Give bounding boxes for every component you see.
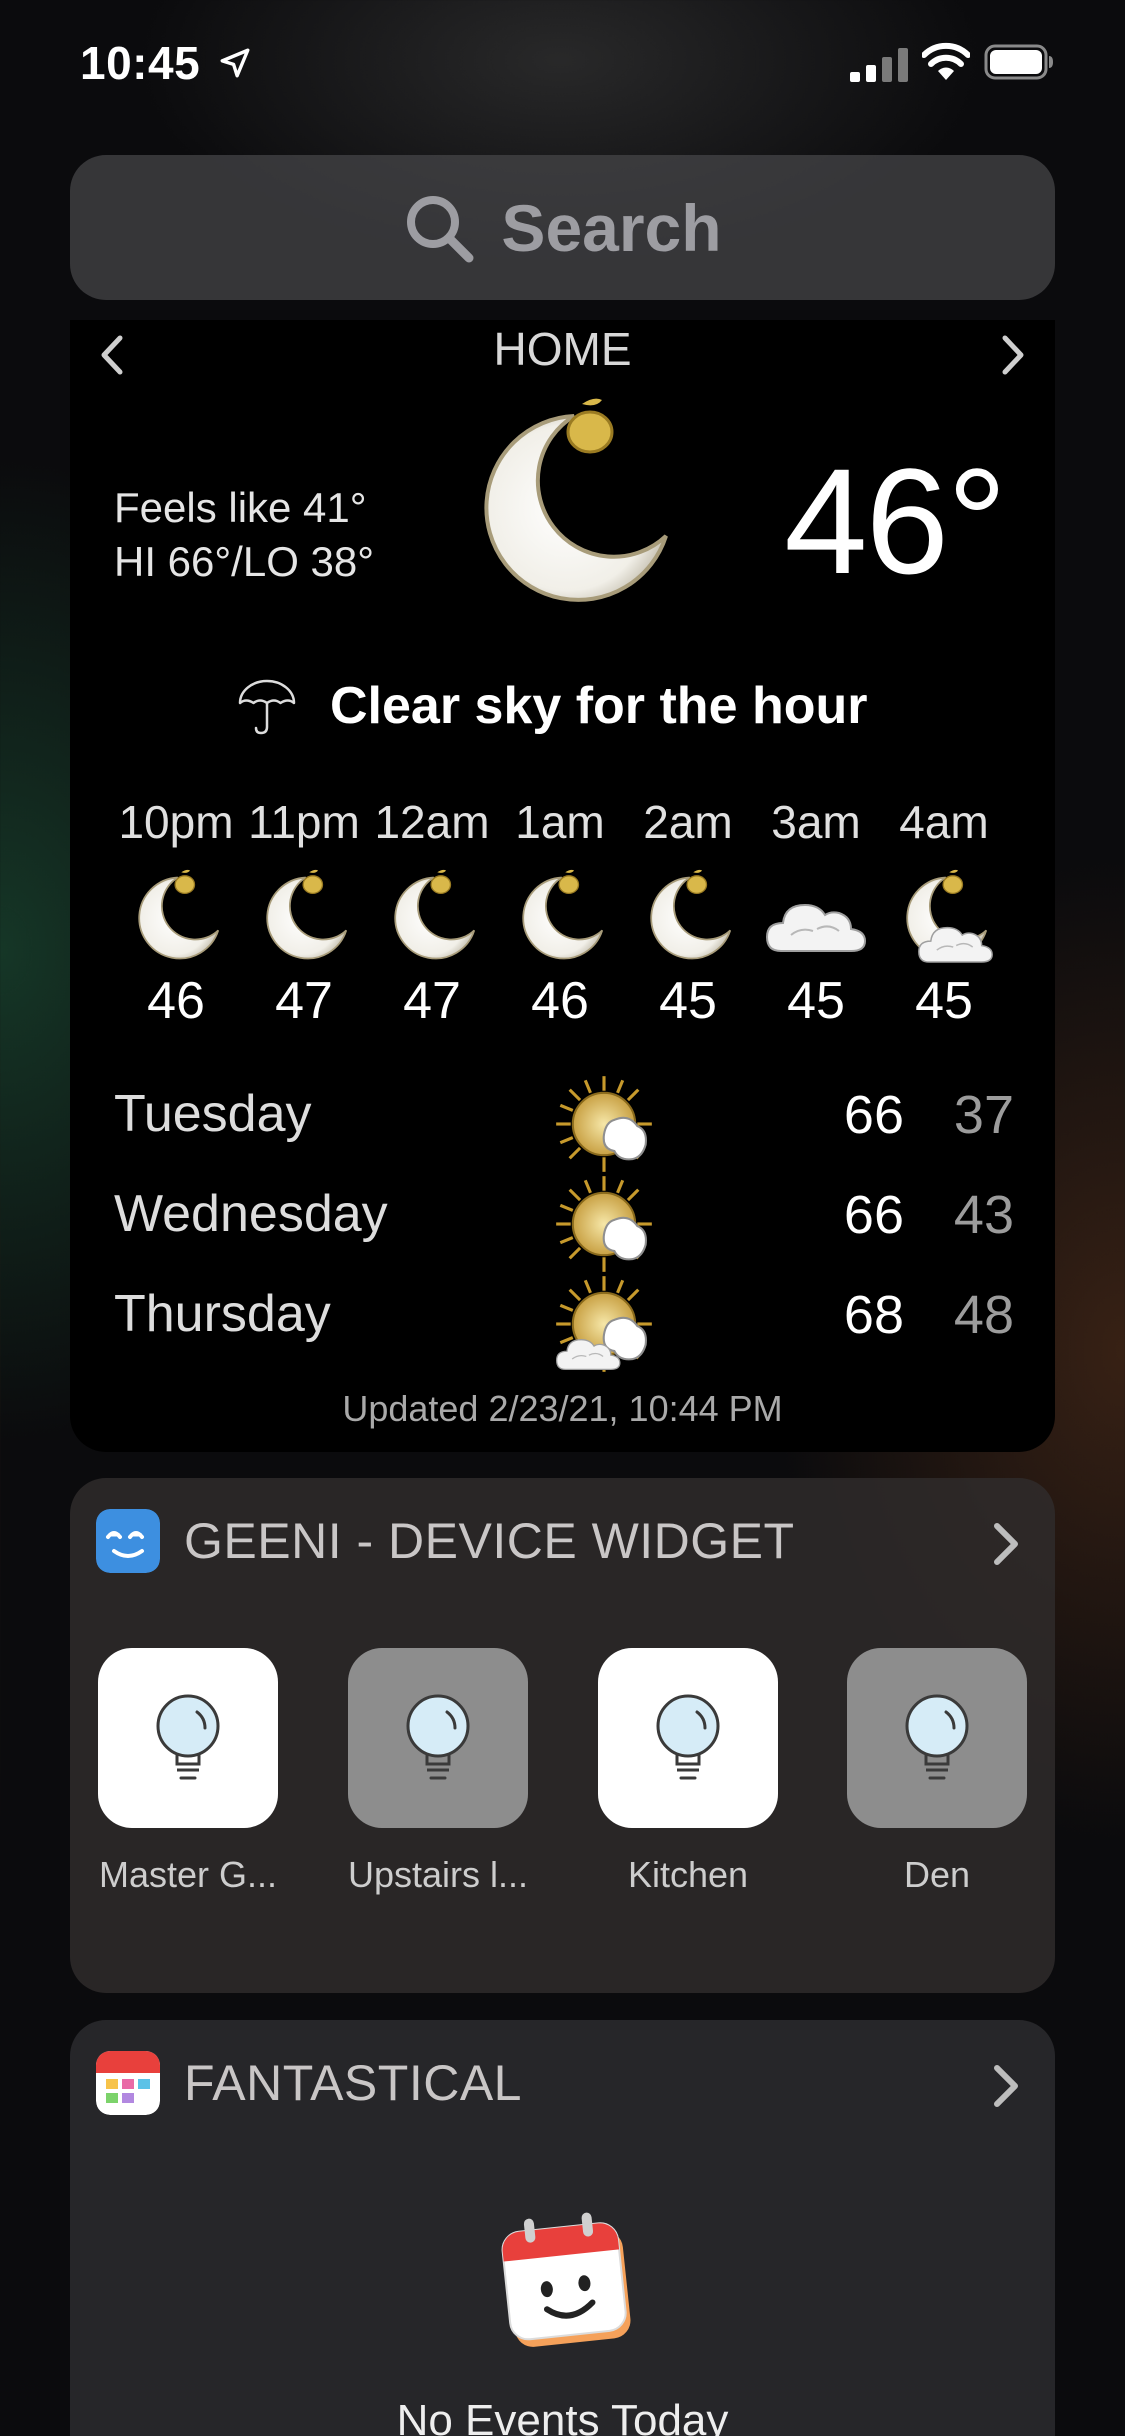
lightbulb-icon bbox=[156, 1694, 220, 1780]
moon-cloud-icon bbox=[906, 869, 993, 963]
day-high: 66 bbox=[843, 1185, 904, 1245]
hour-label: 10pm bbox=[118, 796, 234, 848]
weather-widget[interactable]: HOME Feels like 41° HI 66°/LO 38° 46° Cl… bbox=[70, 320, 1055, 1452]
hour-temp: 47 bbox=[275, 972, 333, 1030]
moon-icon bbox=[266, 869, 348, 960]
fantastical-widget[interactable]: FANTASTICAL No Events Today bbox=[70, 2020, 1055, 2436]
device-kitchen[interactable]: Kitchen bbox=[598, 1648, 778, 1896]
cloud-icon bbox=[766, 904, 866, 952]
hourly-item: 12am 47 bbox=[368, 795, 496, 1031]
sun-icon bbox=[554, 1074, 654, 1174]
day-low: 48 bbox=[953, 1285, 1014, 1345]
day-name: Wednesday bbox=[114, 1185, 388, 1243]
moon-icon bbox=[138, 869, 220, 960]
search-icon bbox=[407, 195, 474, 262]
sun-cloud-icon bbox=[554, 1274, 654, 1374]
device-label: Kitchen bbox=[627, 1854, 749, 1895]
status-time: 10:45 bbox=[80, 37, 201, 89]
hour-temp: 45 bbox=[659, 972, 717, 1030]
device-tile[interactable] bbox=[598, 1648, 778, 1828]
widget-title: FANTASTICAL bbox=[184, 2055, 522, 2111]
daily-row: Tuesday 66 37 bbox=[114, 1072, 1014, 1174]
device-den[interactable]: Den bbox=[847, 1648, 1027, 1896]
search-placeholder: Search bbox=[501, 190, 722, 265]
day-name: Thursday bbox=[114, 1285, 331, 1343]
hourly-item: 4am 45 bbox=[880, 795, 1008, 1031]
hour-temp: 45 bbox=[915, 972, 973, 1030]
daily-row: Wednesday 66 43 bbox=[114, 1172, 1014, 1274]
moon-icon bbox=[394, 869, 476, 960]
fantastical-header[interactable]: FANTASTICAL bbox=[96, 2050, 522, 2116]
day-low: 43 bbox=[953, 1185, 1014, 1245]
location-arrow-icon bbox=[220, 48, 250, 78]
hour-label: 2am bbox=[643, 796, 733, 848]
umbrella-icon bbox=[238, 679, 296, 735]
hour-temp: 46 bbox=[531, 972, 589, 1030]
hourly-item: 2am 45 bbox=[624, 795, 752, 1031]
lightbulb-icon bbox=[905, 1694, 969, 1780]
hourly-item: 11pm 47 bbox=[240, 795, 368, 1031]
lightbulb-icon bbox=[656, 1694, 720, 1780]
hourly-item: 10pm 46 bbox=[112, 795, 240, 1031]
device-tile[interactable] bbox=[348, 1648, 528, 1828]
day-name: Tuesday bbox=[114, 1085, 312, 1143]
device-label: Master G... bbox=[98, 1854, 278, 1895]
lightbulb-icon bbox=[406, 1694, 470, 1780]
hourly-item: 3am 45 bbox=[752, 795, 880, 1031]
hour-temp: 46 bbox=[147, 972, 205, 1030]
hour-label: 12am bbox=[374, 796, 490, 848]
search-bar[interactable]: Search bbox=[70, 155, 1055, 300]
wifi-icon bbox=[922, 42, 970, 80]
sun-icon bbox=[554, 1174, 654, 1274]
fantastical-logo-icon bbox=[96, 2051, 160, 2115]
no-events-message: No Events Today bbox=[396, 2396, 729, 2436]
moon-icon bbox=[484, 396, 668, 602]
day-low: 37 bbox=[953, 1085, 1014, 1145]
geeni-widget: GEENI - DEVICE WIDGET Master G... Upstai… bbox=[70, 1478, 1055, 1993]
geeni-logo-icon bbox=[96, 1509, 160, 1573]
cellular-signal-icon bbox=[850, 48, 908, 82]
device-label: Den bbox=[903, 1854, 971, 1895]
day-high: 66 bbox=[843, 1085, 904, 1145]
updated-timestamp: Updated 2/23/21, 10:44 PM bbox=[342, 1388, 783, 1429]
device-label: Upstairs l... bbox=[347, 1854, 529, 1895]
hour-label: 3am bbox=[771, 796, 861, 848]
feels-like-text: Feels like 41° bbox=[114, 484, 367, 531]
hour-temp: 47 bbox=[403, 972, 461, 1030]
daily-row: Thursday 68 48 bbox=[114, 1272, 1014, 1374]
device-master[interactable]: Master G... bbox=[98, 1648, 278, 1896]
current-temperature: 46° bbox=[784, 437, 1007, 605]
geeni-header[interactable]: GEENI - DEVICE WIDGET bbox=[96, 1508, 795, 1574]
device-tile[interactable] bbox=[847, 1648, 1027, 1828]
status-bar: 10:45 bbox=[0, 0, 1125, 130]
device-tile[interactable] bbox=[98, 1648, 278, 1828]
chevron-right-icon[interactable] bbox=[991, 2062, 1021, 2110]
calendar-mascot-icon bbox=[501, 2212, 631, 2347]
day-high: 68 bbox=[843, 1285, 904, 1345]
device-upstairs[interactable]: Upstairs l... bbox=[348, 1648, 528, 1896]
moon-icon bbox=[650, 869, 732, 960]
hour-label: 11pm bbox=[248, 796, 360, 848]
hi-lo-text: HI 66°/LO 38° bbox=[114, 538, 375, 585]
hour-label: 1am bbox=[515, 796, 605, 848]
hour-summary: Clear sky for the hour bbox=[330, 677, 868, 735]
widget-title: GEENI - DEVICE WIDGET bbox=[184, 1513, 795, 1569]
location-title: HOME bbox=[493, 323, 632, 375]
battery-icon bbox=[984, 44, 1053, 80]
next-location-button[interactable] bbox=[995, 330, 1031, 380]
hourly-item: 1am 46 bbox=[496, 795, 624, 1031]
hour-label: 4am bbox=[899, 796, 989, 848]
moon-icon bbox=[522, 869, 604, 960]
hour-temp: 45 bbox=[787, 972, 845, 1030]
chevron-right-icon[interactable] bbox=[991, 1520, 1021, 1568]
